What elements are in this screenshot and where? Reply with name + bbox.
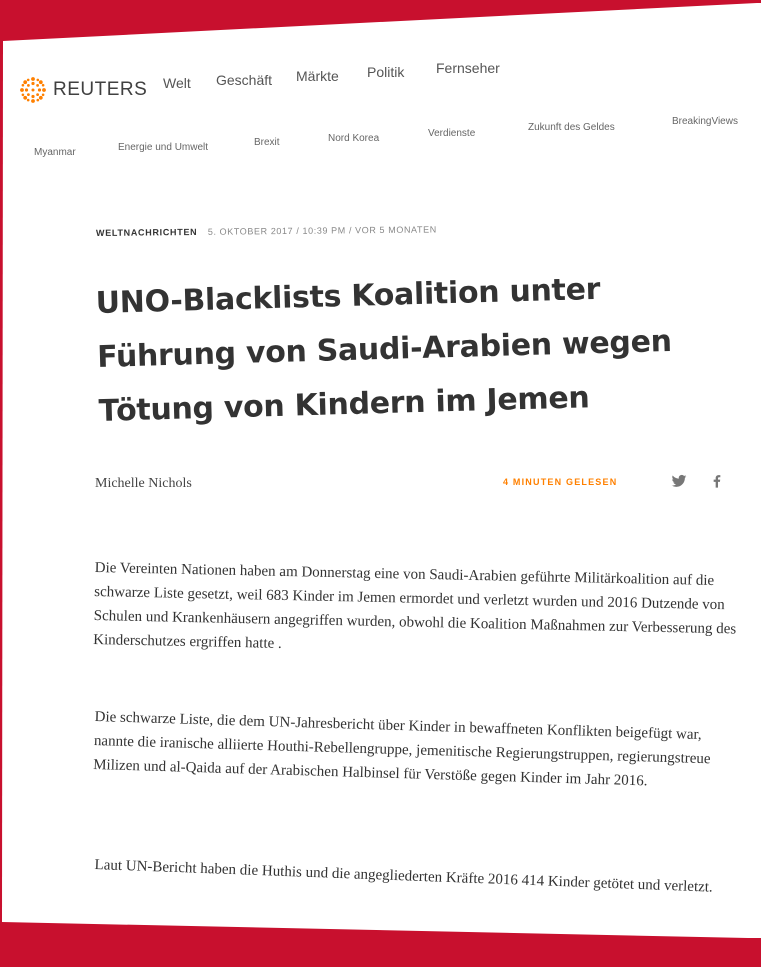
nav-item-fernseher[interactable]: Fernseher [436,60,500,76]
article-date: 5. OKTOBER 2017 / 10:39 PM / VOR 5 MONAT… [207,224,437,237]
subnav-item-breakingviews[interactable]: BreakingViews [672,116,738,127]
nav-item-welt[interactable]: Welt [163,75,191,91]
article-paragraph-3: Laut UN-Bericht haben die Huthis und die… [94,856,714,896]
reuters-logo-icon [20,77,46,103]
subnav-item-zukunft[interactable]: Zukunft des Geldes [528,122,615,133]
article-meta: WELTNACHRICHTEN 5. OKTOBER 2017 / 10:39 … [96,224,437,238]
author-link[interactable]: Michelle Nichols [95,476,192,492]
nav-item-politik[interactable]: Politik [367,64,404,80]
nav-item-maerkte[interactable]: Märkte [296,68,339,84]
facebook-icon[interactable] [709,473,725,489]
section-link[interactable]: WELTNACHRICHTEN [96,227,197,238]
subnav-item-myanmar[interactable]: Myanmar [34,147,76,158]
subnav-item-energie[interactable]: Energie und Umwelt [118,142,208,153]
article-headline: UNO-Blacklists Koalition unter Führung v… [95,271,673,429]
subnav-item-verdienste[interactable]: Verdienste [428,128,475,139]
subnav-item-nord-korea[interactable]: Nord Korea [328,133,379,144]
page-sheet: REUTERS Welt Geschäft Märkte Politik Fer… [2,3,761,938]
nav-item-geschaeft[interactable]: Geschäft [216,72,272,88]
article-paragraph-2: Die schwarze Liste, die dem UN-Jahresber… [92,708,711,790]
read-time: 4 MINUTEN GELESEN [503,477,618,487]
twitter-icon[interactable] [671,473,687,489]
reuters-logo[interactable]: REUTERS [16,73,147,107]
article-paragraph-1: Die Vereinten Nationen haben am Donnerst… [93,559,737,652]
subnav-item-brexit[interactable]: Brexit [254,137,280,148]
brand-name: REUTERS [53,79,148,100]
